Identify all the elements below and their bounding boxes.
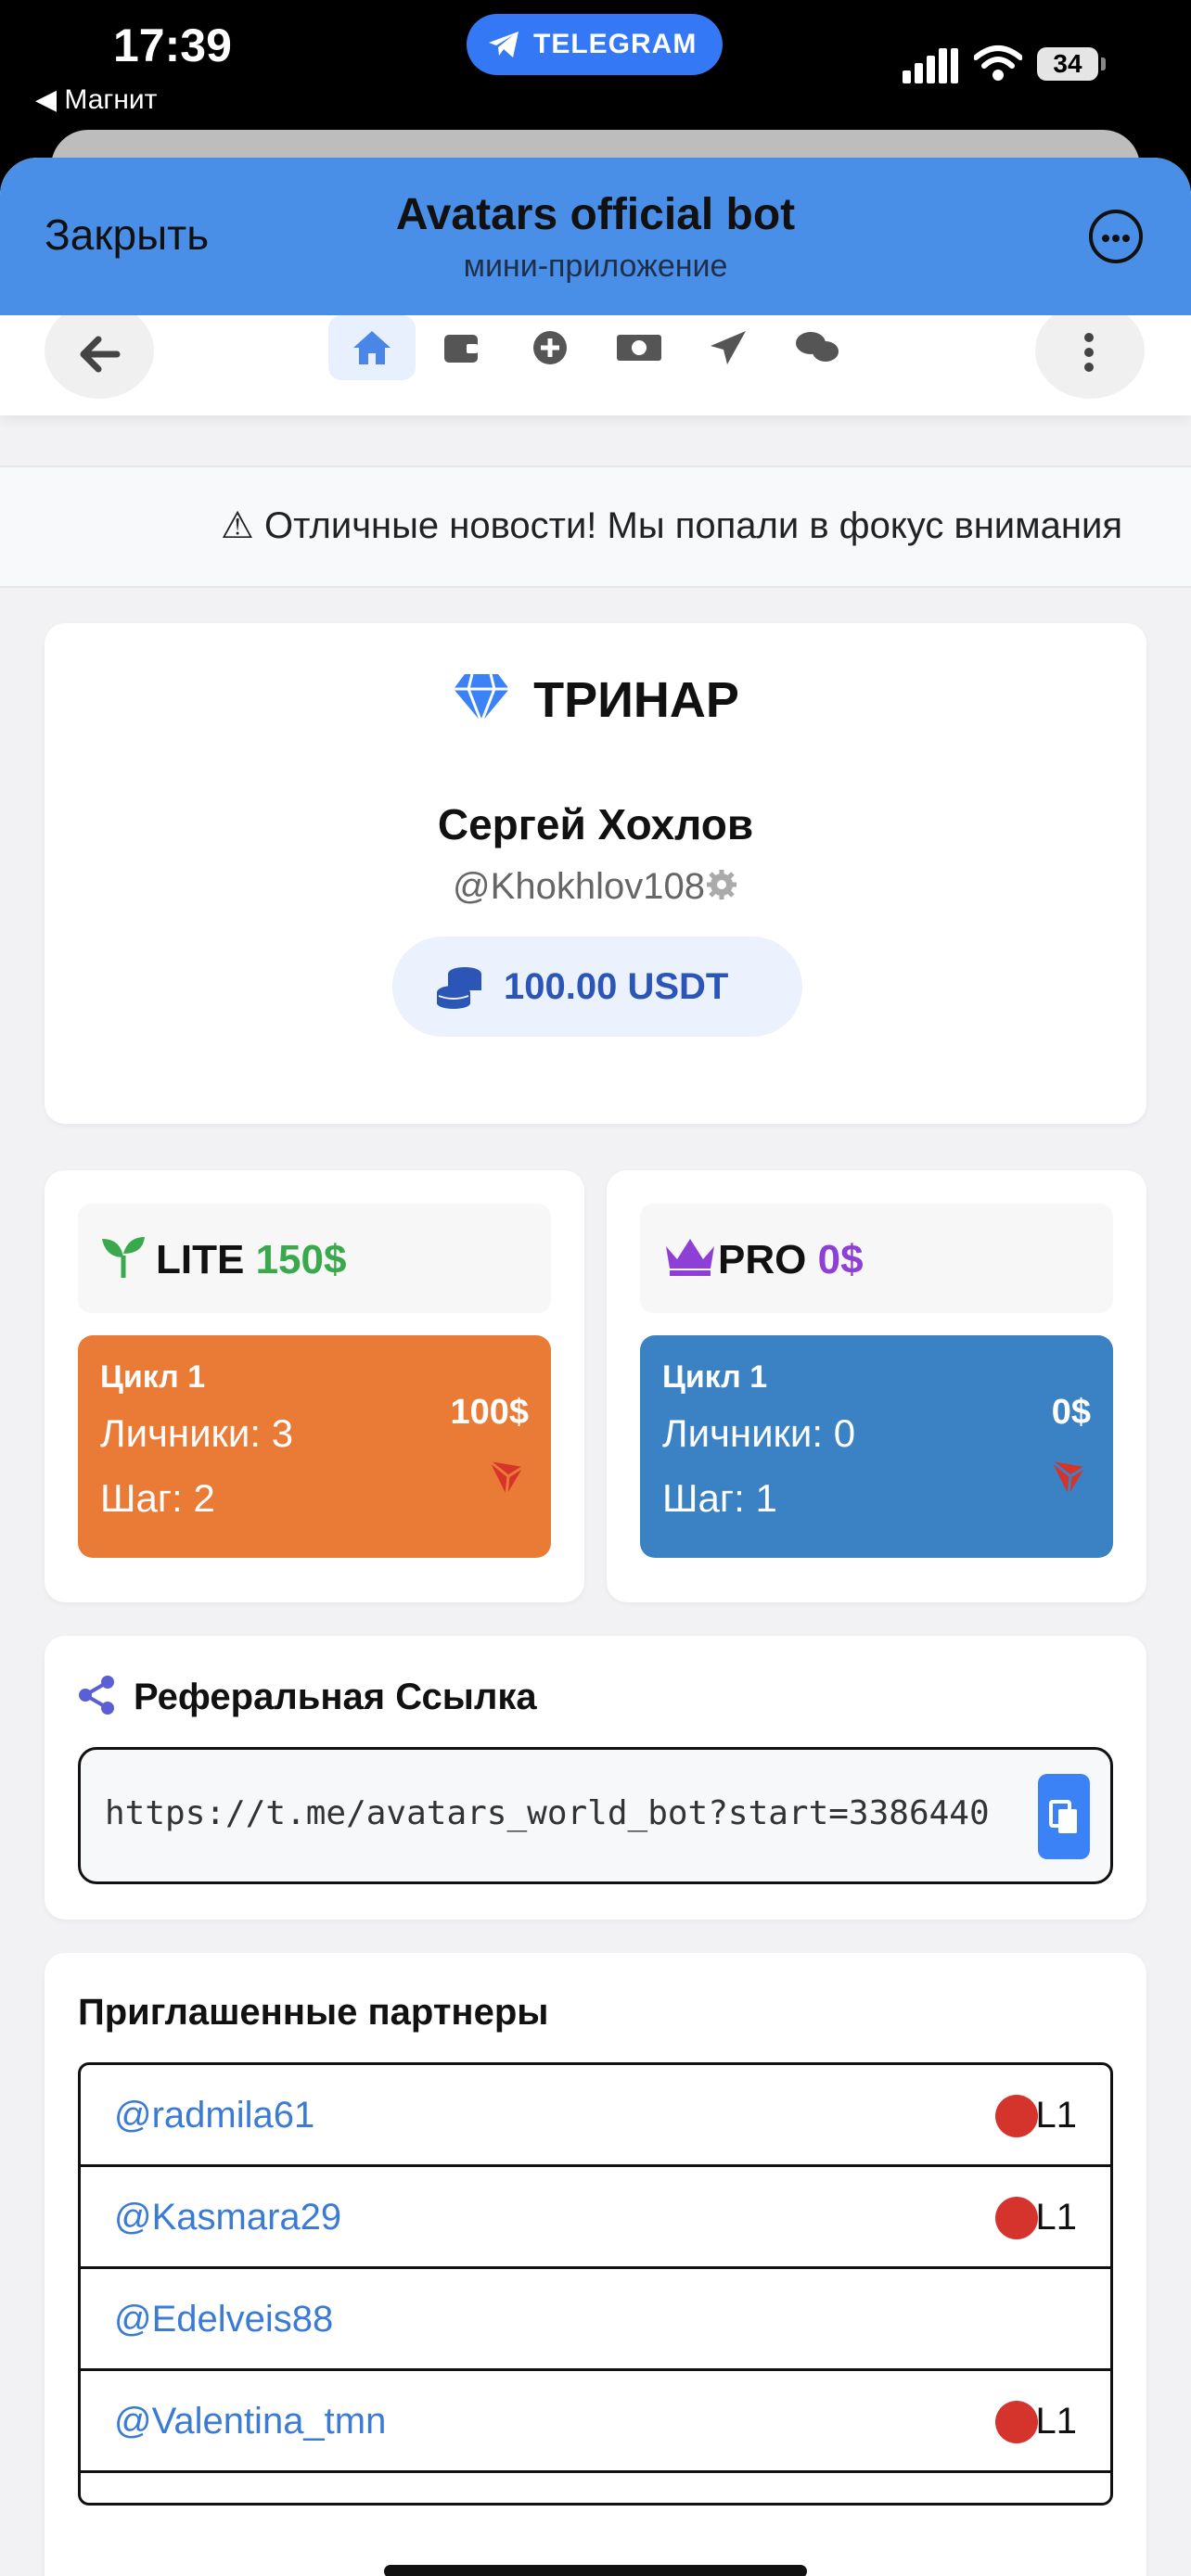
lite-plan-header: LITE 150$: [78, 1204, 551, 1313]
coins-icon: [437, 967, 481, 1009]
pro-plan-header: PRO 0$: [640, 1204, 1113, 1313]
partner-handle[interactable]: @radmila61: [114, 2095, 314, 2136]
partner-handle[interactable]: @Kasmara29: [114, 2197, 341, 2238]
pro-cycle-amount: 0$: [1051, 1393, 1091, 1432]
wifi-icon: [974, 45, 1022, 81]
referral-url[interactable]: https://t.me/avatars_world_bot?start=338…: [105, 1794, 1032, 1832]
crown-icon: [666, 1239, 714, 1276]
lite-step: Шаг: 2: [100, 1476, 215, 1520]
partners-title: Приглашенные партнеры: [78, 1992, 549, 2033]
chat-icon[interactable]: [774, 315, 861, 380]
copy-icon: [1049, 1800, 1077, 1833]
lite-cycle-panel: Цикл 1 Личники: 3 Шаг: 2 100$: [78, 1335, 551, 1558]
user-handle: @Khokhlov108: [453, 866, 705, 907]
partner-level: L1: [1035, 2095, 1078, 2136]
kebab-menu-button[interactable]: [1035, 302, 1145, 399]
bot-subtitle: мини-приложение: [463, 249, 728, 284]
partner-row[interactable]: @Kasmara29 L1: [81, 2167, 1110, 2269]
copy-button[interactable]: [1038, 1774, 1090, 1859]
partner-row[interactable]: @radmila61 L1: [81, 2065, 1110, 2167]
home-icon[interactable]: [328, 315, 416, 380]
diamond-icon: [454, 673, 510, 726]
status-time: 17:39: [113, 19, 232, 71]
partner-row[interactable]: @Edelveis88: [81, 2269, 1110, 2371]
money-icon[interactable]: [596, 315, 683, 380]
lite-plan-price: 150$: [255, 1237, 347, 1282]
partners-list: @radmila61 L1 @Kasmara29 L1 @Edelveis88 …: [78, 2062, 1113, 2506]
seedling-icon: [102, 1237, 145, 1278]
partner-level: L1: [1035, 2197, 1078, 2238]
pro-plan-price: 0$: [817, 1237, 864, 1282]
pro-personal-count: Личники: 0: [662, 1411, 856, 1455]
referral-link-field[interactable]: https://t.me/avatars_world_bot?start=338…: [78, 1747, 1113, 1884]
pro-plan-name: PRO 0$: [718, 1237, 864, 1282]
partner-level: L1: [1035, 2401, 1078, 2442]
pro-cycle-label: Цикл 1: [662, 1359, 768, 1395]
share-icon: [79, 1676, 114, 1715]
bot-title: Avatars official bot: [395, 190, 796, 239]
status-dot: [995, 2095, 1038, 2137]
mini-app-sheet: Закрыть Avatars official bot мини-прилож…: [0, 158, 1191, 2576]
status-dot: [995, 2197, 1038, 2239]
news-ticker-text: ⚠ Отличные новости! Мы попали в фокус вн…: [221, 505, 1122, 546]
back-button[interactable]: [45, 302, 154, 399]
arrow-left-icon: [80, 336, 121, 373]
settings-gear-icon[interactable]: [705, 868, 738, 901]
lite-plan-name: LITE 150$: [156, 1237, 347, 1282]
profile-card: ТРИНАР Сергей Хохлов @Khokhlov108 100.00…: [45, 623, 1146, 1124]
battery-indicator: 34: [1037, 47, 1106, 81]
home-indicator[interactable]: [384, 2565, 807, 2576]
lite-cycle-amount: 100$: [450, 1393, 529, 1432]
lite-plan-card[interactable]: LITE 150$ Цикл 1 Личники: 3 Шаг: 2 100$: [45, 1170, 584, 1602]
balance-badge[interactable]: 100.00 USDT: [392, 937, 802, 1037]
app-nav-bar: [0, 302, 1191, 415]
pro-cycle-panel: Цикл 1 Личники: 0 Шаг: 1 0$: [640, 1335, 1113, 1558]
tron-icon: [489, 1460, 524, 1496]
lite-cycle-label: Цикл 1: [100, 1359, 206, 1395]
plus-circle-icon[interactable]: [506, 315, 594, 380]
tron-icon: [1051, 1460, 1086, 1496]
telegram-icon: [489, 32, 519, 57]
partner-row[interactable]: [81, 2473, 1110, 2503]
partner-handle[interactable]: @Edelveis88: [114, 2299, 333, 2340]
cellular-signal-icon: [903, 48, 958, 83]
pro-step: Шаг: 1: [662, 1476, 777, 1520]
vertical-dots-icon: [1084, 333, 1094, 372]
wallet-icon[interactable]: [417, 315, 505, 380]
referral-title: Реферальная Ссылка: [134, 1677, 537, 1717]
telegram-pill-label: TELEGRAM: [533, 29, 698, 59]
balance-amount: 100.00 USDT: [504, 966, 729, 1007]
status-bar: 17:39 ◀ Магнит TELEGRAM 34: [0, 0, 1191, 130]
pro-plan-card[interactable]: PRO 0$ Цикл 1 Личники: 0 Шаг: 1 0$: [607, 1170, 1146, 1602]
user-name: Сергей Хохлов: [437, 800, 754, 848]
more-options-icon[interactable]: [1089, 210, 1143, 263]
partner-handle[interactable]: @Valentina_tmn: [114, 2401, 386, 2442]
partners-card: Приглашенные партнеры @radmila61 L1 @Kas…: [45, 1953, 1146, 2576]
lite-personal-count: Личники: 3: [100, 1411, 294, 1455]
news-ticker: ⚠ Отличные новости! Мы попали в фокус вн…: [0, 465, 1191, 588]
telegram-header: Закрыть Avatars official bot мини-прилож…: [0, 158, 1191, 315]
referral-card: Реферальная Ссылка https://t.me/avatars_…: [45, 1636, 1146, 1919]
status-dot: [995, 2401, 1038, 2443]
send-icon[interactable]: [685, 315, 772, 380]
back-to-app-link[interactable]: ◀ Магнит: [35, 83, 157, 116]
user-handle-row: @Khokhlov108: [45, 866, 1146, 908]
brand-title: ТРИНАР: [45, 671, 1146, 730]
partner-row[interactable]: @Valentina_tmn L1: [81, 2371, 1110, 2473]
telegram-pill[interactable]: TELEGRAM: [467, 14, 723, 75]
